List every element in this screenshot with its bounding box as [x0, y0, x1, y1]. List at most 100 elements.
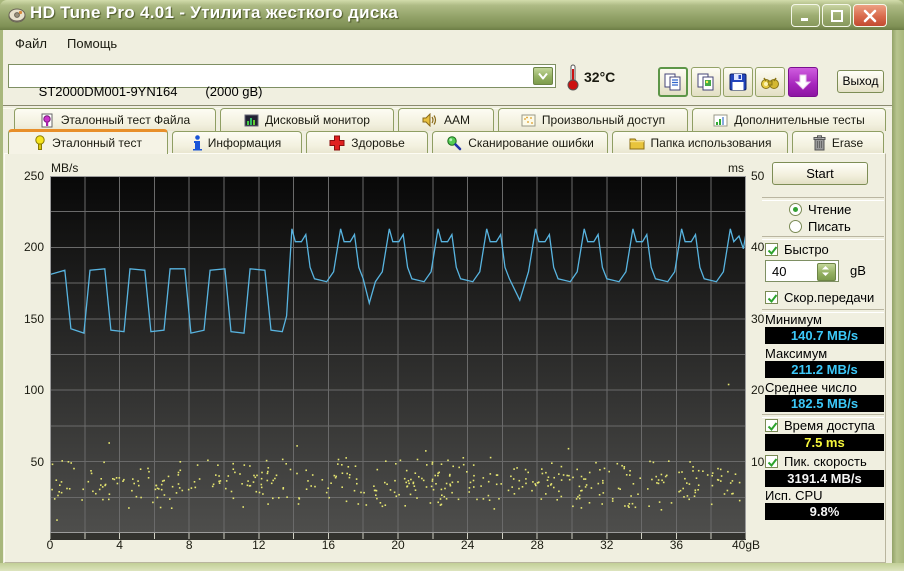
copy-text-button[interactable]: [658, 67, 688, 97]
copy-image-icon: [696, 72, 716, 92]
hd-tune-window: HD Tune Pro 4.01 - Утилита жесткого диск…: [0, 0, 904, 571]
tab-label: Эталонный тест Файла: [61, 113, 190, 127]
benchmark-plot-svg: [50, 176, 746, 540]
magnifier-icon: [446, 135, 462, 151]
y-left-axis-title: MB/s: [51, 161, 78, 175]
quick-checkbox[interactable]: [765, 243, 778, 256]
minimize-button[interactable]: [791, 4, 820, 27]
tab-info[interactable]: Информация: [172, 131, 302, 153]
panel-separator: [762, 236, 884, 240]
tab-random-access[interactable]: Произвольный доступ: [498, 108, 688, 131]
maximize-button[interactable]: [822, 4, 851, 27]
drive-name: ST2000DM001-9YN164: [39, 84, 178, 99]
tab-label: Здоровье: [351, 136, 405, 150]
access-time-checkbox-label: Время доступа: [784, 418, 875, 433]
x-tick-8: 8: [167, 538, 211, 552]
y-left-tick-250: 250: [12, 169, 44, 183]
x-tick-16: 16: [306, 538, 350, 552]
x-tick-0: 0: [28, 538, 72, 552]
save-button[interactable]: [723, 67, 753, 97]
checkmark-icon: [766, 292, 779, 305]
x-tick-12: 12: [237, 538, 281, 552]
tab-label: Erase: [832, 136, 863, 150]
tab-label: Сканирование ошибки: [468, 136, 594, 150]
checkmark-icon: [766, 244, 779, 257]
tab-label: AAM: [444, 113, 470, 127]
spinner-arrows-icon: [818, 264, 833, 278]
drive-selector-dropdown-button[interactable]: [533, 67, 553, 85]
x-tick-24: 24: [446, 538, 490, 552]
burst-rate-value: 3191.4 MB/s: [765, 470, 884, 487]
drive-selector[interactable]: ST2000DM001-9YN164(2000 gB): [8, 64, 556, 88]
maximum-label: Максимум: [765, 346, 827, 361]
window-border-right: [892, 30, 904, 571]
y-right-axis-title: ms: [728, 161, 744, 175]
maximize-icon: [830, 9, 843, 22]
start-button[interactable]: Start: [772, 162, 868, 185]
cpu-usage-value: 9.8%: [765, 503, 884, 520]
tab-error-scan[interactable]: Сканирование ошибки: [432, 131, 608, 153]
tab-label: Эталонный тест: [52, 136, 142, 150]
tab-disk-monitor[interactable]: Дисковый монитор: [220, 108, 394, 131]
benchmark-plot[interactable]: [50, 176, 746, 540]
copy-text-icon: [663, 72, 683, 92]
close-button[interactable]: [853, 4, 887, 27]
disk-monitor-icon: [244, 113, 259, 128]
spinner-buttons[interactable]: [817, 263, 836, 281]
health-cross-icon: [329, 135, 345, 151]
average-value: 182.5 MB/s: [765, 395, 884, 412]
tab-benchmark[interactable]: Эталонный тест: [8, 129, 168, 154]
drive-size: (2000 gB): [205, 84, 262, 99]
quick-size-unit: gB: [850, 263, 866, 278]
copy-image-button[interactable]: [691, 67, 721, 97]
quick-size-spinner[interactable]: 40: [765, 260, 839, 282]
burst-rate-checkbox[interactable]: [765, 455, 778, 468]
chevron-down-icon: [538, 73, 548, 80]
write-radio[interactable]: [789, 220, 802, 233]
benchmark-icon: [34, 135, 46, 151]
panel-separator: [762, 197, 884, 201]
save-icon: [728, 72, 748, 92]
burst-rate-checkbox-label: Пик. скорость: [784, 454, 867, 469]
title-bar[interactable]: HD Tune Pro 4.01 - Утилита жесткого диск…: [0, 0, 904, 30]
tab-health[interactable]: Здоровье: [306, 131, 428, 153]
checkmark-icon: [766, 456, 779, 469]
folder-icon: [629, 136, 645, 150]
trash-icon: [813, 135, 826, 151]
x-tick-4: 4: [98, 538, 142, 552]
menu-file[interactable]: Файл: [9, 34, 53, 53]
tab-aam[interactable]: AAM: [398, 108, 494, 131]
thermometer-icon: [566, 63, 580, 91]
temperature-value: 32°C: [584, 69, 615, 85]
window-title: HD Tune Pro 4.01 - Утилита жесткого диск…: [30, 3, 398, 23]
benchmark-file-icon: [40, 113, 55, 128]
transfer-rate-checkbox-label: Скор.передачи: [784, 290, 874, 305]
close-icon: [863, 9, 877, 23]
x-tick-36: 36: [654, 538, 698, 552]
options-button[interactable]: [755, 67, 785, 97]
tab-erase[interactable]: Erase: [792, 131, 884, 153]
maximum-value: 211.2 MB/s: [765, 361, 884, 378]
read-radio[interactable]: [789, 203, 802, 216]
access-time-checkbox[interactable]: [765, 419, 778, 432]
tab-folder-usage[interactable]: Папка использования: [612, 131, 788, 153]
minimum-value: 140.7 MB/s: [765, 327, 884, 344]
tab-label: Папка использования: [651, 136, 772, 150]
minimize-icon: [800, 10, 812, 22]
random-access-icon: [521, 113, 536, 128]
exit-button[interactable]: Выход: [837, 70, 884, 93]
transfer-rate-checkbox[interactable]: [765, 291, 778, 304]
download-button[interactable]: [788, 67, 818, 97]
checkmark-icon: [766, 420, 779, 433]
quick-size-value: 40: [772, 264, 786, 279]
binoculars-icon: [760, 72, 780, 92]
tab-label: Дополнительные тесты: [734, 113, 864, 127]
x-tick-28: 28: [515, 538, 559, 552]
tab-file-benchmark[interactable]: Эталонный тест Файла: [14, 108, 216, 131]
menu-help[interactable]: Помощь: [61, 34, 123, 53]
window-border-bottom: [0, 563, 904, 571]
tab-extra-tests[interactable]: Дополнительные тесты: [692, 108, 886, 131]
info-icon: [193, 135, 202, 151]
x-tick-20: 20: [376, 538, 420, 552]
tab-label: Дисковый монитор: [265, 113, 370, 127]
